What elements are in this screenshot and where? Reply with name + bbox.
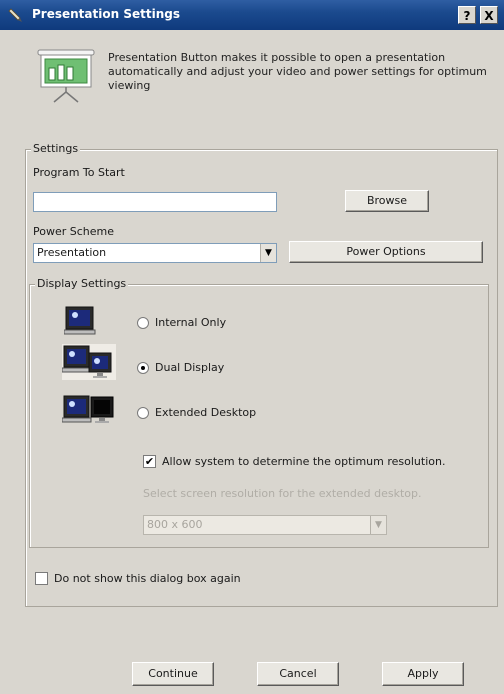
resolution-hint: Select screen resolution for the extende… bbox=[143, 487, 422, 500]
help-button[interactable]: ? bbox=[458, 6, 476, 24]
dont-show-checkbox[interactable] bbox=[35, 572, 48, 585]
chevron-down-icon[interactable]: ▼ bbox=[260, 244, 276, 262]
close-button[interactable]: X bbox=[480, 6, 498, 24]
power-options-button[interactable]: Power Options bbox=[289, 241, 483, 263]
extended-desktop-label[interactable]: Extended Desktop bbox=[155, 406, 256, 419]
auto-resolution-label[interactable]: Allow system to determine the optimum re… bbox=[162, 455, 445, 468]
resolution-select[interactable]: 800 x 600 ▼ bbox=[143, 515, 387, 535]
auto-resolution-checkbox[interactable]: ✔ bbox=[143, 455, 156, 468]
settings-legend: Settings bbox=[31, 142, 81, 155]
dual-display-radio[interactable] bbox=[137, 362, 149, 374]
internal-only-label[interactable]: Internal Only bbox=[155, 316, 226, 329]
intro-description: Presentation Button makes it possible to… bbox=[108, 51, 487, 92]
window-title: Presentation Settings bbox=[32, 7, 180, 21]
presentation-screen-icon bbox=[37, 49, 95, 103]
program-to-start-label: Program To Start bbox=[33, 166, 125, 179]
program-to-start-input[interactable] bbox=[33, 192, 277, 212]
dual-display-label[interactable]: Dual Display bbox=[155, 361, 224, 374]
dont-show-label[interactable]: Do not show this dialog box again bbox=[54, 572, 241, 585]
power-scheme-select[interactable]: Presentation ▼ bbox=[33, 243, 277, 263]
power-scheme-label: Power Scheme bbox=[33, 225, 115, 238]
browse-button[interactable]: Browse bbox=[345, 190, 429, 212]
internal-only-radio[interactable] bbox=[137, 317, 149, 329]
title-bar[interactable]: Presentation Settings ? X bbox=[0, 0, 504, 30]
presentation-app-icon bbox=[8, 8, 22, 22]
extended-desktop-radio[interactable] bbox=[137, 407, 149, 419]
extended-desktop-icon bbox=[62, 395, 114, 423]
dual-display-icon bbox=[62, 344, 116, 380]
apply-button[interactable]: Apply bbox=[382, 662, 464, 686]
cancel-button[interactable]: Cancel bbox=[257, 662, 339, 686]
display-settings-legend: Display Settings bbox=[35, 277, 129, 290]
continue-button[interactable]: Continue bbox=[132, 662, 214, 686]
power-scheme-value: Presentation bbox=[37, 246, 107, 259]
chevron-down-icon[interactable]: ▼ bbox=[370, 516, 386, 534]
laptop-icon bbox=[64, 306, 96, 335]
resolution-value: 800 x 600 bbox=[147, 518, 203, 531]
